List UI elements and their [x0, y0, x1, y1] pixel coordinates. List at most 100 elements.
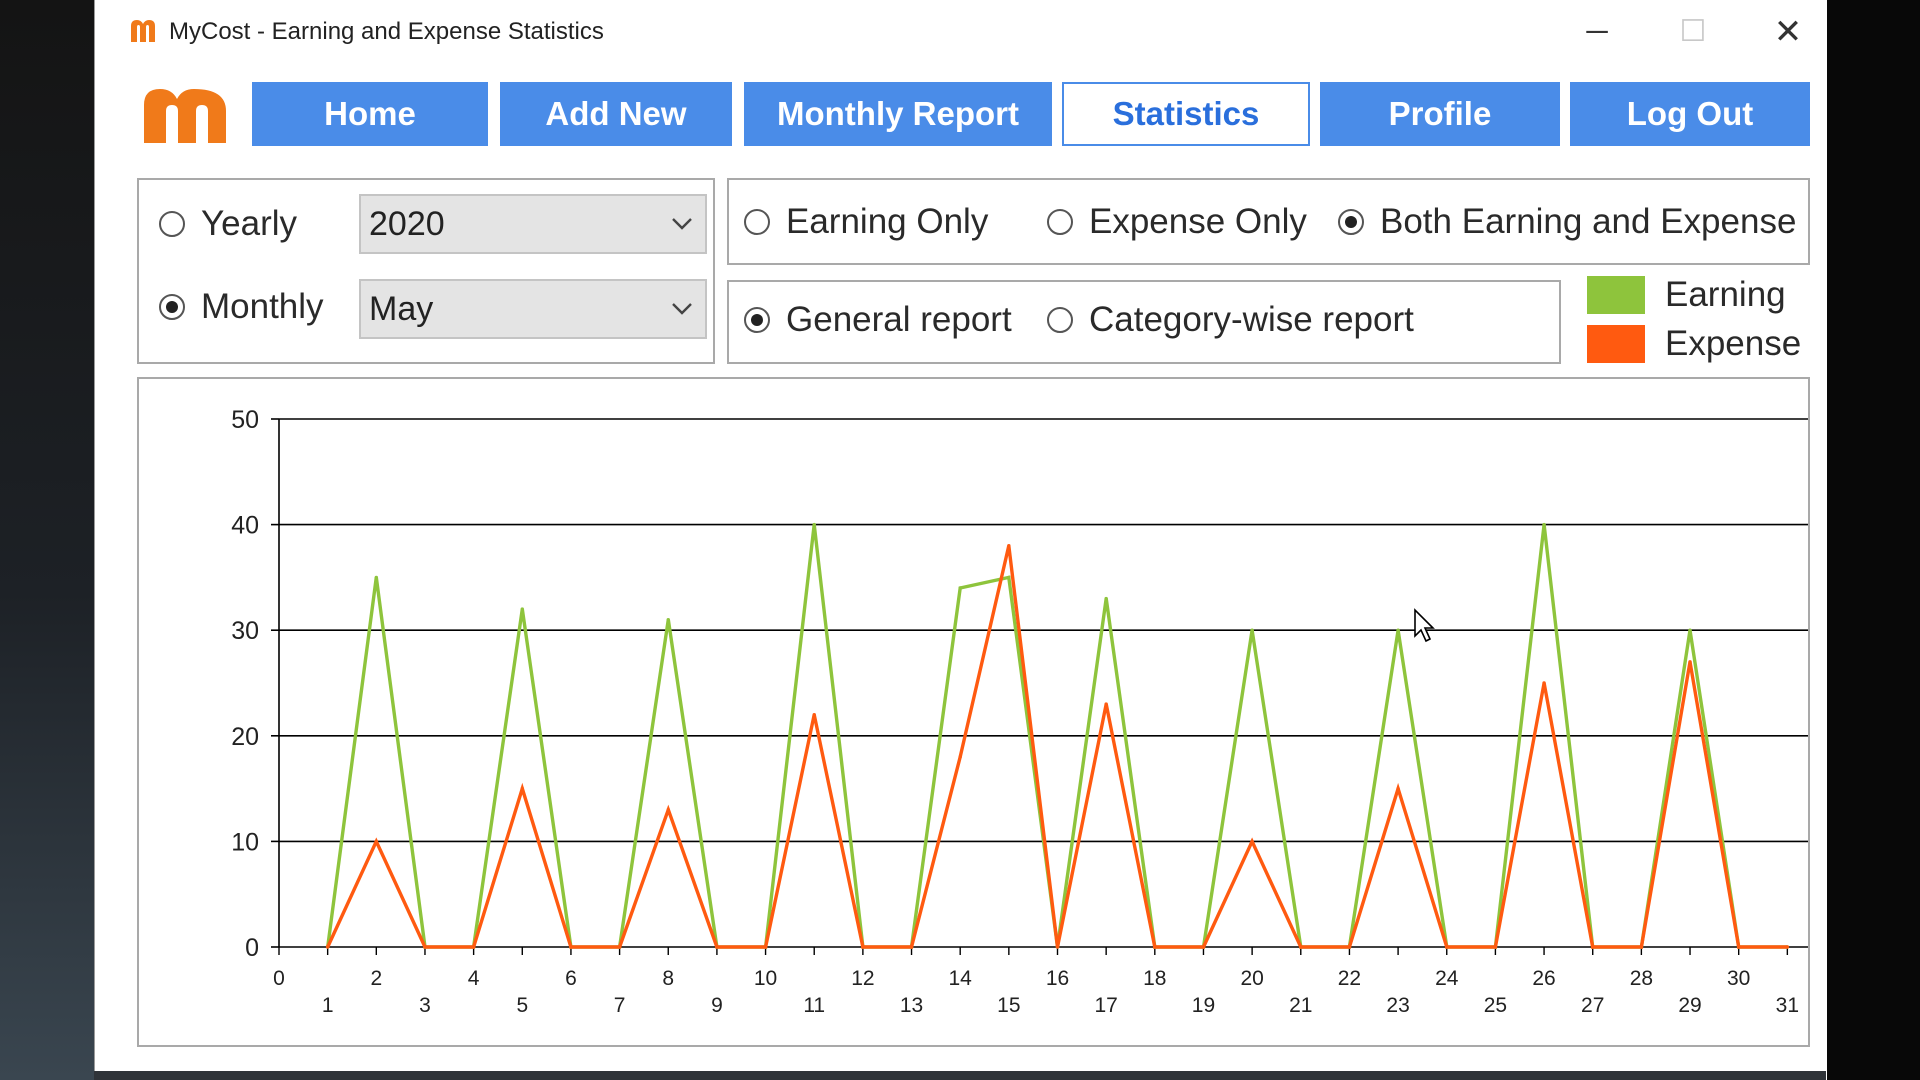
- y-tick-label: 20: [231, 723, 259, 751]
- data-point-earning: [1007, 575, 1011, 580]
- data-point-expense: [715, 945, 719, 949]
- desktop-background: [0, 0, 94, 1080]
- x-tick-label: 18: [1143, 967, 1166, 990]
- window-bottom-edge: [94, 1071, 1826, 1080]
- x-tick-label: 26: [1532, 967, 1555, 990]
- x-tick-label: 30: [1727, 967, 1750, 990]
- data-point-expense: [1201, 945, 1206, 949]
- x-tick-label: 28: [1630, 967, 1653, 990]
- expense-only-label: Expense Only: [1089, 202, 1307, 241]
- category-report-label: Category-wise report: [1089, 300, 1414, 339]
- data-point-expense: [1153, 945, 1157, 949]
- x-tick-label: 3: [419, 994, 431, 1017]
- monthly-radio[interactable]: Monthly: [159, 287, 324, 327]
- expense-only-radio[interactable]: Expense Only: [1047, 202, 1307, 242]
- data-point-earning: [1104, 596, 1108, 601]
- data-point-earning: [1542, 522, 1546, 527]
- x-tick-label: 13: [900, 994, 923, 1017]
- period-panel: Yearly Monthly 2020 May: [137, 178, 715, 364]
- data-point-expense: [1104, 702, 1108, 706]
- data-point-expense: [325, 945, 330, 949]
- data-point-expense: [1542, 681, 1546, 685]
- data-point-earning: [1250, 628, 1254, 632]
- data-point-expense: [861, 945, 865, 949]
- data-point-expense: [1299, 945, 1303, 949]
- data-point-expense: [1396, 786, 1400, 791]
- category-report-radio[interactable]: Category-wise report: [1047, 300, 1414, 340]
- legend-expense-label: Expense: [1665, 324, 1802, 363]
- y-tick-label: 50: [231, 406, 259, 434]
- expense-only-radio-circle[interactable]: [1047, 209, 1073, 235]
- x-tick-label: 9: [711, 994, 723, 1017]
- year-select[interactable]: 2020: [359, 194, 707, 254]
- x-tick-label: 19: [1192, 994, 1215, 1017]
- x-tick-label: 4: [468, 967, 480, 990]
- chevron-down-icon: [672, 218, 692, 230]
- both-radio[interactable]: Both Earning and Expense: [1338, 202, 1796, 242]
- data-point-expense: [1445, 945, 1449, 949]
- data-point-expense: [520, 786, 524, 791]
- nav-add-new-button[interactable]: Add New: [500, 82, 732, 146]
- data-point-expense: [763, 945, 768, 949]
- earning-only-radio[interactable]: Earning Only: [744, 202, 988, 242]
- earning-only-label: Earning Only: [786, 202, 989, 241]
- monthly-radio-circle[interactable]: [159, 294, 185, 320]
- data-point-earning: [812, 522, 816, 527]
- earning-only-radio-circle[interactable]: [744, 209, 770, 235]
- window-title: MyCost - Earning and Expense Statistics: [169, 18, 604, 45]
- data-point-expense: [374, 839, 379, 844]
- desktop-background-right: [1826, 0, 1920, 1080]
- x-tick-label: 5: [516, 994, 528, 1017]
- data-point-earning: [374, 575, 379, 580]
- mouse-cursor-icon: [1414, 608, 1435, 643]
- x-tick-label: 2: [370, 967, 382, 990]
- x-tick-label: 21: [1289, 994, 1312, 1017]
- minimize-button[interactable]: ─: [1562, 12, 1632, 52]
- report-type-panel: General report Category-wise report: [727, 280, 1561, 364]
- x-tick-label: 1: [322, 994, 334, 1017]
- yearly-radio-circle[interactable]: [159, 211, 185, 237]
- data-point-expense: [1736, 945, 1741, 949]
- x-tick-label: 23: [1386, 994, 1409, 1017]
- data-point-earning: [958, 586, 962, 590]
- app-icon: [131, 20, 155, 42]
- monthly-label: Monthly: [201, 287, 324, 326]
- data-point-expense: [1347, 945, 1352, 949]
- x-tick-label: 11: [803, 994, 825, 1017]
- title-bar: MyCost - Earning and Expense Statistics …: [95, 0, 1827, 64]
- category-report-radio-circle[interactable]: [1047, 307, 1073, 333]
- data-point-expense: [1493, 945, 1498, 949]
- general-report-radio-circle[interactable]: [744, 307, 770, 333]
- x-tick-label: 8: [662, 967, 674, 990]
- data-point-expense: [1639, 945, 1644, 949]
- x-tick-label: 17: [1094, 994, 1117, 1017]
- data-point-expense: [909, 945, 914, 949]
- close-button[interactable]: ✕: [1753, 12, 1823, 52]
- chart-panel: 0102030405002468101214161820222426283032…: [137, 377, 1810, 1047]
- data-point-expense: [812, 712, 816, 717]
- nav-statistics-button[interactable]: Statistics: [1062, 82, 1310, 146]
- yearly-radio[interactable]: Yearly: [159, 204, 297, 244]
- both-label: Both Earning and Expense: [1380, 202, 1797, 241]
- general-report-radio[interactable]: General report: [744, 300, 1012, 340]
- nav-log-out-button[interactable]: Log Out: [1570, 82, 1810, 146]
- maximize-button[interactable]: ☐: [1658, 12, 1728, 52]
- app-logo: [144, 89, 226, 143]
- year-select-value: 2020: [369, 205, 445, 243]
- both-radio-circle[interactable]: [1338, 209, 1364, 235]
- month-select[interactable]: May: [359, 279, 707, 339]
- nav-monthly-report-button[interactable]: Monthly Report: [744, 82, 1052, 146]
- legend-expense-swatch: [1587, 325, 1645, 363]
- y-tick-label: 10: [231, 828, 259, 856]
- general-report-label: General report: [786, 300, 1012, 339]
- x-tick-label: 10: [754, 967, 777, 990]
- x-tick-label: 22: [1338, 967, 1361, 990]
- y-tick-label: 40: [231, 512, 259, 540]
- data-point-expense: [1785, 945, 1790, 949]
- nav-profile-button[interactable]: Profile: [1320, 82, 1560, 146]
- data-point-expense: [1688, 660, 1692, 664]
- legend-earning-label: Earning: [1665, 275, 1786, 314]
- data-point-expense: [1591, 945, 1595, 949]
- nav-home-button[interactable]: Home: [252, 82, 488, 146]
- x-tick-label: 27: [1581, 994, 1604, 1017]
